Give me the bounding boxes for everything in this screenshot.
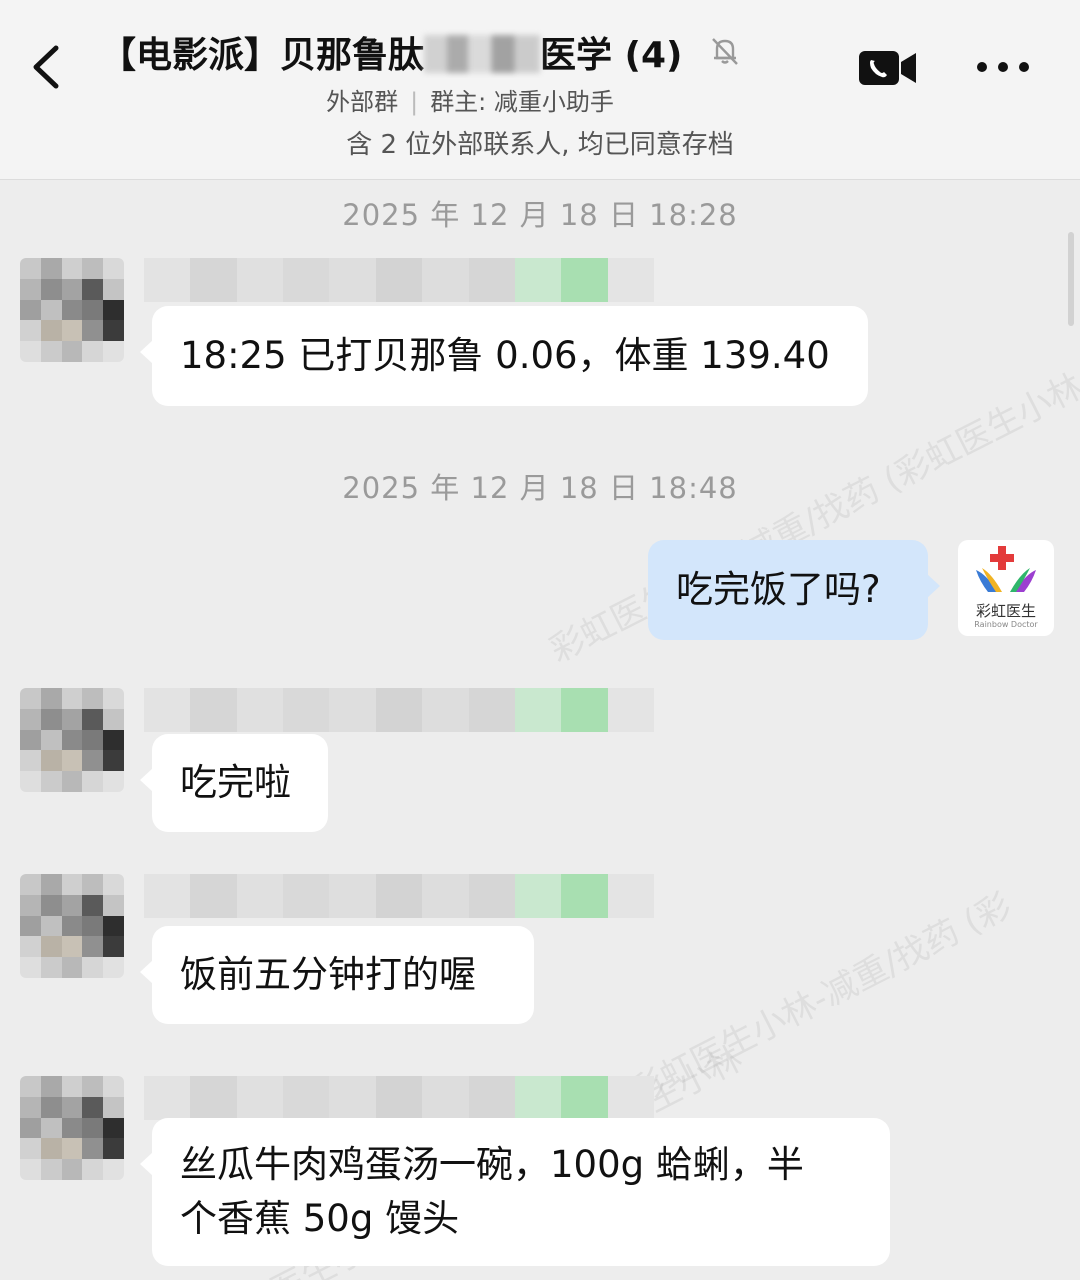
rainbow-doctor-avatar[interactable]: 彩虹医生 Rainbow Doctor: [958, 540, 1054, 636]
message-bubble[interactable]: 吃完啦: [140, 734, 328, 832]
message-text: 吃完饭了吗?: [676, 568, 881, 611]
message-bubble-self[interactable]: 吃完饭了吗?: [648, 540, 940, 640]
message-bubble[interactable]: 丝瓜牛肉鸡蛋汤一碗，100g 蛤蜊，半 个香蕉 50g 馒头: [140, 1118, 890, 1266]
archive-notice: 含 2 位外部联系人, 均已同意存档: [346, 130, 734, 160]
sender-name-blurred: [144, 874, 654, 918]
avatar[interactable]: [20, 688, 124, 792]
message-text: 18:25 已打贝那鲁 0.06，体重 139.40: [180, 334, 830, 377]
sender-name-blurred: [144, 688, 654, 732]
group-owner: 群主: 减重小助手: [430, 88, 614, 116]
group-type: 外部群: [326, 88, 399, 116]
sender-name-blurred: [144, 258, 654, 302]
timestamp: 2025 年 12 月 18 日 18:28: [342, 198, 738, 232]
divider: |: [410, 88, 419, 116]
title-prefix: 【电影派】贝那鲁肽: [100, 35, 425, 76]
mute-bell-icon: [712, 38, 738, 65]
chat-title: 【电影派】贝那鲁肽 医学 (4): [100, 26, 700, 78]
watermark: 彩虹医生小林-减重/找药 (彩: [623, 885, 1018, 1113]
message-text-line: 丝瓜牛肉鸡蛋汤一碗，100g 蛤蜊，半: [180, 1143, 804, 1186]
redacted-title-blur: [424, 35, 541, 73]
title-suffix: 医学 (4): [540, 35, 683, 76]
logo-name-cn: 彩虹医生: [975, 602, 1036, 620]
message-text: 吃完啦: [180, 761, 291, 804]
chat-header: 【电影派】贝那鲁肽 医学 (4) 外部群 | 群主: 减重小助手 含 2 位外部联系人…: [0, 0, 1080, 180]
message-text-line: 个香蕉 50g 馒头: [180, 1197, 460, 1240]
message-bubble[interactable]: 饭前五分钟打的喔: [140, 926, 534, 1024]
avatar[interactable]: [20, 874, 124, 978]
timestamp: 2025 年 12 月 18 日 18:48: [342, 471, 738, 505]
avatar[interactable]: [20, 258, 124, 362]
sender-name-blurred: [144, 1076, 654, 1120]
video-call-icon[interactable]: [858, 48, 918, 88]
scrollbar[interactable]: [1068, 232, 1074, 326]
more-dots-icon[interactable]: [976, 56, 1030, 78]
message-bubble[interactable]: 18:25 已打贝那鲁 0.06，体重 139.40: [140, 306, 868, 406]
avatar[interactable]: [20, 1076, 124, 1180]
rainbow-doctor-logo-icon: [976, 546, 1036, 592]
logo-name-en: Rainbow Doctor: [974, 620, 1038, 629]
message-text: 饭前五分钟打的喔: [180, 953, 476, 996]
group-info: 外部群 | 群主: 减重小助手: [0, 82, 1080, 117]
